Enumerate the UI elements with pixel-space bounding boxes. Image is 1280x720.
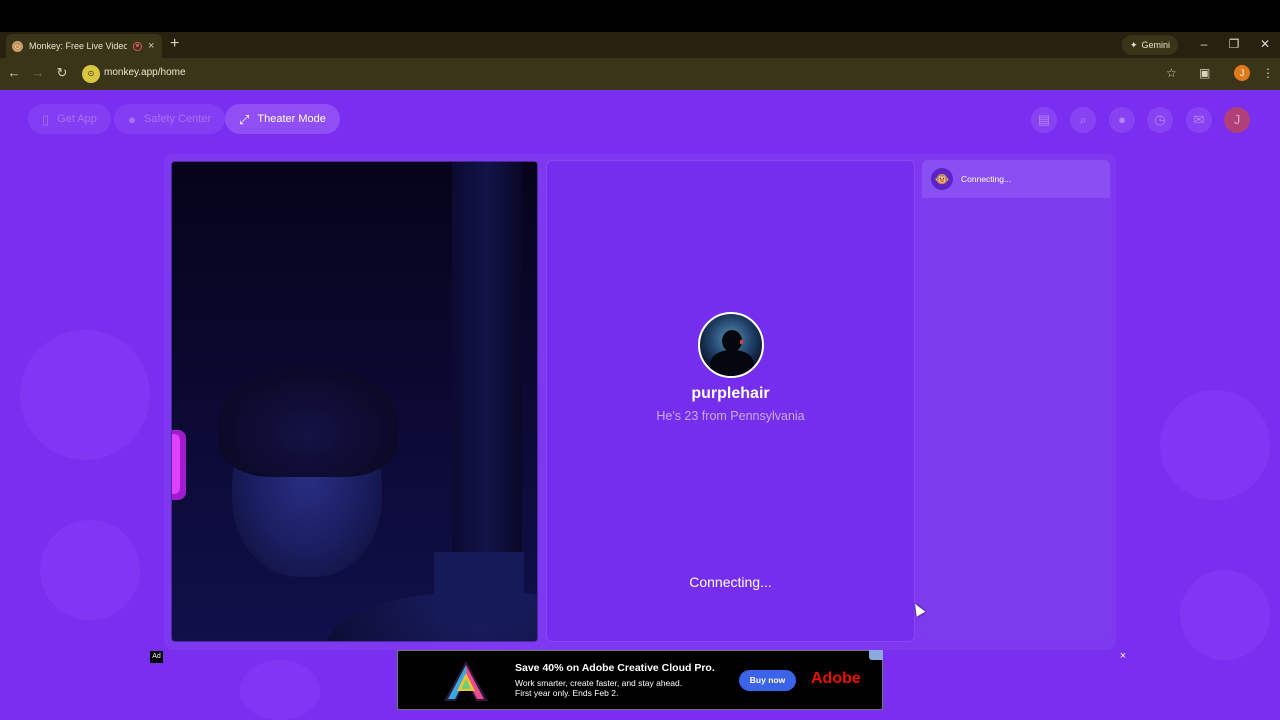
url-field[interactable]: monkey.app/home xyxy=(104,67,186,78)
adobe-brand-logo: Adobe xyxy=(811,670,861,687)
ad-label: Ad xyxy=(150,651,163,663)
gemini-label: Gemini xyxy=(1141,40,1171,50)
browser-profile-avatar[interactable]: J xyxy=(1234,65,1250,81)
safety-center-label: Safety Center xyxy=(143,113,212,125)
close-window-icon[interactable]: ✕ xyxy=(1258,36,1272,52)
theater-mode-button[interactable]: ⤢ Theater Mode xyxy=(225,104,340,134)
background-decoration xyxy=(1180,570,1270,660)
restore-icon[interactable]: ❐ xyxy=(1227,36,1241,52)
background-decoration xyxy=(1160,390,1270,500)
ad-close-icon[interactable]: × xyxy=(1117,650,1129,662)
shield-icon: ● xyxy=(128,111,136,127)
monkey-favicon-icon: 🐵 xyxy=(12,40,23,52)
new-tab-icon[interactable]: + xyxy=(170,36,179,52)
shop-icon[interactable]: ▤ xyxy=(1031,107,1057,133)
top-black-bar xyxy=(0,0,1280,32)
adobe-ad-banner[interactable]: Save 40% on Adobe Creative Cloud Pro. Wo… xyxy=(397,650,883,710)
chat-icon[interactable]: ✉ xyxy=(1186,107,1212,133)
search-icon[interactable]: ⌕ xyxy=(1070,107,1096,133)
partner-avatar xyxy=(698,312,764,378)
chat-panel: 🐵 Connecting... xyxy=(922,160,1110,642)
sparkle-icon: ✦ xyxy=(1130,39,1138,50)
adobe-cc-logo-icon xyxy=(444,661,488,701)
partner-name: purplehair xyxy=(691,385,770,402)
tab-strip: 🐵 Monkey: Free Live Video Chat × + ✦ Gem… xyxy=(0,32,1280,58)
monkey-page: ▯ Get App ● Safety Center ⤢ Theater Mode… xyxy=(0,90,1280,720)
expand-icon: ⤢ xyxy=(239,111,250,127)
history-icon[interactable]: ◷ xyxy=(1147,107,1173,133)
address-bar: ← → ↻ ⊙ monkey.app/home ☆ ▣ J ⋮ xyxy=(0,58,1280,148)
reading-mode-icon[interactable]: ▣ xyxy=(1199,66,1210,80)
monkey-avatar-icon: 🐵 xyxy=(931,168,953,190)
reload-icon[interactable]: ↻ xyxy=(54,65,70,81)
background-decoration xyxy=(40,520,140,620)
browser-tab[interactable]: 🐵 Monkey: Free Live Video Chat × xyxy=(6,34,162,58)
buy-now-button[interactable]: Buy now xyxy=(739,670,796,691)
ad-subtext-1: Work smarter, create faster, and stay ah… xyxy=(515,678,683,688)
theater-mode-label: Theater Mode xyxy=(257,113,326,125)
chat-status-text: Connecting... xyxy=(961,174,1012,184)
close-tab-icon[interactable]: × xyxy=(148,40,154,52)
safety-center-button[interactable]: ● Safety Center xyxy=(114,104,226,134)
background-decoration xyxy=(240,660,320,720)
tab-title: Monkey: Free Live Video Chat xyxy=(29,41,127,51)
back-icon[interactable]: ← xyxy=(6,65,22,81)
profile-icon[interactable]: ● xyxy=(1109,107,1135,133)
background-decoration xyxy=(20,330,150,460)
bookmark-star-icon[interactable]: ☆ xyxy=(1166,66,1177,80)
minimize-icon[interactable]: – xyxy=(1197,36,1211,52)
self-video xyxy=(171,161,538,642)
partner-info: He's 23 from Pennsylvania xyxy=(656,409,805,423)
recording-indicator-icon xyxy=(133,41,142,51)
ad-choices-icon[interactable] xyxy=(869,650,883,660)
phone-icon: ▯ xyxy=(42,111,50,127)
ad-headline: Save 40% on Adobe Creative Cloud Pro. xyxy=(515,662,715,674)
partner-panel: purplehair He's 23 from Pennsylvania Con… xyxy=(546,160,915,642)
forward-icon[interactable]: → xyxy=(30,65,46,81)
connecting-status: Connecting... xyxy=(689,574,772,590)
site-info-icon[interactable]: ⊙ xyxy=(82,65,100,83)
menu-kebab-icon[interactable]: ⋮ xyxy=(1262,66,1274,80)
gemini-button[interactable]: ✦ Gemini xyxy=(1122,35,1179,55)
get-app-button[interactable]: ▯ Get App xyxy=(28,104,111,134)
get-app-label: Get App xyxy=(57,113,97,125)
ad-subtext-2: First year only. Ends Feb 2. xyxy=(515,688,619,698)
chat-status-row: 🐵 Connecting... xyxy=(922,160,1110,198)
user-avatar[interactable]: J xyxy=(1224,107,1250,133)
